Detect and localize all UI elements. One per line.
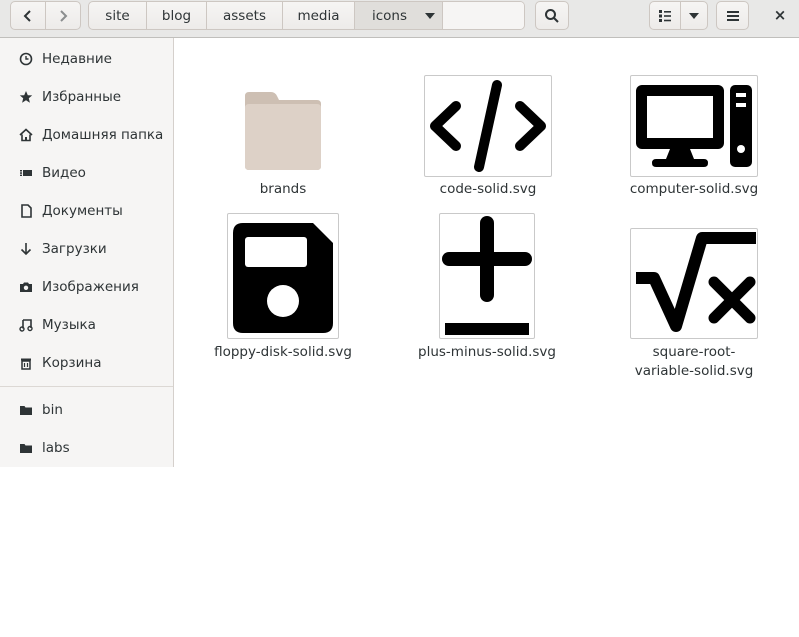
sidebar: Недавние Избранные Домашняя папка Видео … [0,38,174,467]
sidebar-item-downloads[interactable]: Загрузки [0,234,173,264]
sidebar-item-labs[interactable]: labs [0,433,173,463]
sidebar-item-documents[interactable]: Документы [0,196,173,226]
search-icon [545,8,559,23]
sidebar-item-label: Загрузки [42,241,107,257]
file-grid: brands code-solid.svg computer-solid.svg [175,38,799,467]
path-crumb-empty[interactable] [443,2,524,29]
path-crumb-icons-current[interactable]: icons [355,2,443,29]
file-label: brands [259,181,307,197]
folder-icon [18,402,34,418]
file-label: square-root- variable-solid.svg [619,343,769,381]
header-bar: site blog assets media icons × [0,0,799,38]
sidebar-item-label: Видео [42,165,86,181]
close-icon: × [773,6,787,24]
sidebar-item-label: Избранные [42,89,122,105]
star-icon [18,89,34,105]
view-options-button[interactable] [680,1,708,30]
sidebar-item-label: Корзина [42,355,102,371]
sidebar-item-trash[interactable]: Корзина [0,348,173,378]
list-view-icon [659,9,671,22]
file-label-line: variable-solid.svg [634,363,754,379]
square-root-icon [636,232,756,332]
sidebar-item-videos[interactable]: Видео [0,158,173,188]
sidebar-item-label: Домашняя папка [42,127,164,143]
sidebar-item-label: Музыка [42,317,96,333]
view-toggle-group [649,1,708,30]
path-bar: site blog assets media icons [88,1,525,30]
sidebar-item-label: Недавние [42,51,112,67]
close-button[interactable]: × [768,4,792,26]
file-item-plus-minus-solid[interactable] [439,213,535,339]
file-label: floppy-disk-solid.svg [214,344,352,360]
file-item-computer-solid[interactable] [630,75,758,177]
file-label: computer-solid.svg [629,181,759,197]
download-icon [18,241,34,257]
sidebar-item-label: Изображения [42,279,139,295]
navigation-buttons [10,1,82,30]
folder-icon [18,440,34,456]
path-crumb-media[interactable]: media [283,2,355,29]
folder-icon [245,92,321,170]
sidebar-item-label: bin [42,402,63,418]
trash-icon [18,355,34,371]
list-view-button[interactable] [649,1,681,30]
path-crumb-site[interactable]: site [89,2,147,29]
home-icon [18,127,34,143]
file-item-code-solid[interactable] [424,75,552,177]
sidebar-item-recent[interactable]: Недавние [0,44,173,74]
sidebar-item-pictures[interactable]: Изображения [0,272,173,302]
file-manager-window: site blog assets media icons × Недавние … [0,0,799,467]
dropdown-arrow-icon [425,12,436,19]
file-item-floppy-disk-solid[interactable] [227,213,339,339]
document-icon [18,203,34,219]
sidebar-item-label: labs [42,440,70,456]
sidebar-item-starred[interactable]: Избранные [0,82,173,112]
file-label: code-solid.svg [439,181,537,197]
back-button[interactable] [10,1,46,30]
sidebar-item-home[interactable]: Домашняя папка [0,120,173,150]
path-crumb-label: icons [372,7,408,24]
file-item-square-root-variable-solid[interactable] [630,228,758,339]
computer-icon [636,85,752,167]
music-icon [18,317,34,333]
plus-minus-icon [442,216,532,335]
video-icon [18,165,34,181]
chevron-right-icon [60,9,68,22]
code-icon [430,80,546,172]
file-item-brands[interactable] [242,88,324,172]
file-label: plus-minus-solid.svg [418,344,556,360]
chevron-left-icon [23,9,31,22]
sidebar-item-label: Документы [42,203,123,219]
clock-icon [18,51,34,67]
chevron-down-icon [689,12,699,19]
path-crumb-blog[interactable]: blog [147,2,207,29]
sidebar-separator [0,386,173,387]
camera-icon [18,279,34,295]
sidebar-item-music[interactable]: Музыка [0,310,173,340]
search-button[interactable] [535,1,569,30]
sidebar-item-bin[interactable]: bin [0,395,173,425]
path-crumb-assets[interactable]: assets [207,2,283,29]
hamburger-menu-icon [726,10,739,21]
file-label-line: square-root- [652,344,736,360]
main-menu-button[interactable] [716,1,749,30]
floppy-disk-icon [233,223,333,333]
forward-button[interactable] [45,1,81,30]
